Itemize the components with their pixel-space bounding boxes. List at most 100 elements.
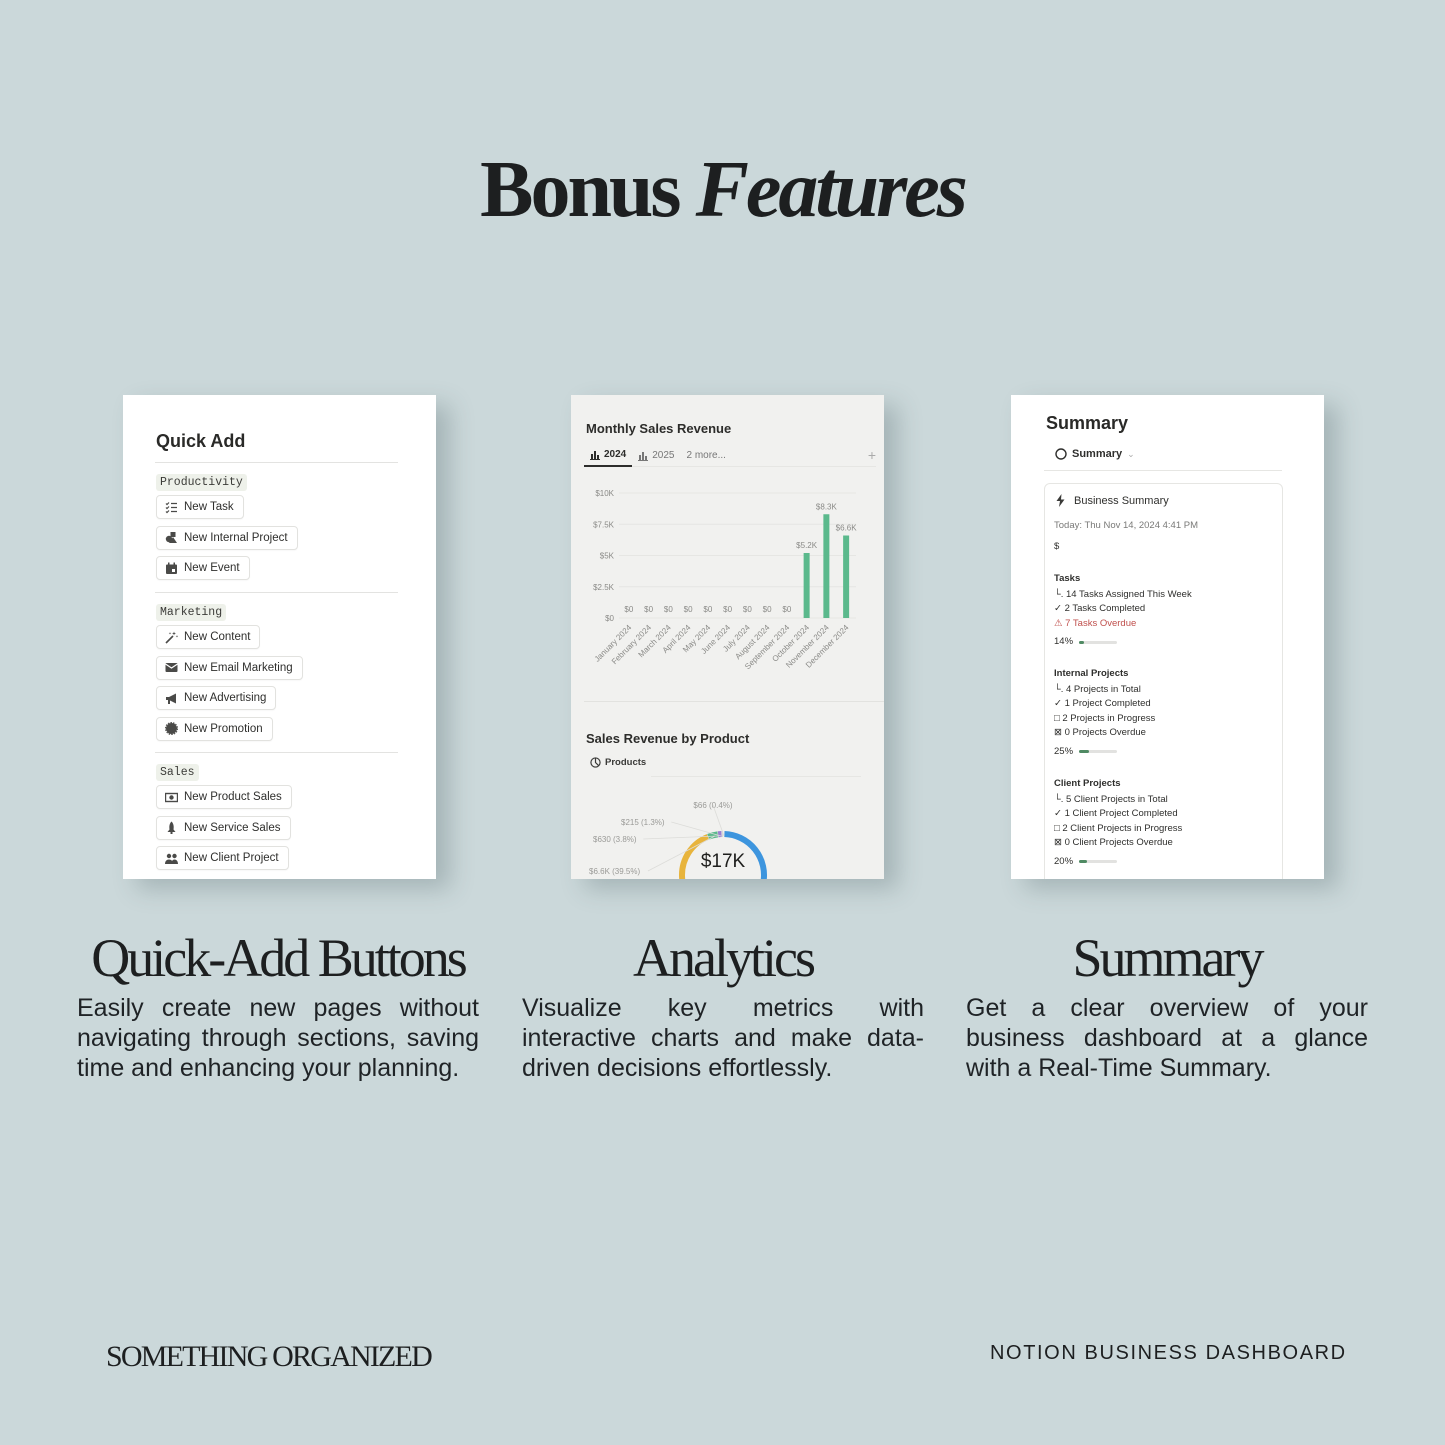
divider [1044, 470, 1282, 471]
title-regular: Bonus [480, 146, 681, 234]
data-label: $0 [782, 605, 791, 614]
data-label: $8.3K [816, 502, 838, 511]
data-label: $0 [644, 605, 653, 614]
summary-line: └. 14 Tasks Assigned This Week [1054, 588, 1192, 600]
button-label: New Service Sales [184, 821, 281, 834]
summary-line: ⊠ 0 Client Projects Overdue [1054, 837, 1173, 848]
section-tag: Productivity [156, 474, 247, 491]
button-label: New Email Marketing [184, 661, 293, 674]
bar-chart-icon [590, 450, 600, 460]
chart-view-tabs: 2024 2025 2 more... + [584, 445, 876, 467]
new-event-button[interactable]: New Event [156, 556, 250, 580]
summary-group-client-projects: Client Projects └. 5 Client Projects in T… [1054, 777, 1182, 869]
data-label: $5.2K [796, 541, 818, 550]
button-label: New Product Sales [184, 791, 282, 803]
new-advertising-button[interactable]: New Advertising [156, 686, 277, 710]
new-internal-project-button[interactable]: New Internal Project [156, 525, 298, 550]
product-name: NOTION BUSINESS DASHBOARD [990, 1342, 1347, 1364]
y-tick-label: $10K [595, 489, 614, 498]
caption-body: Visualize key metrics with interactive c… [522, 993, 924, 1082]
donut-center-label: $17K [701, 851, 746, 872]
shapes-icon [165, 531, 178, 544]
tab-label: 2024 [604, 449, 627, 460]
badge-icon [165, 722, 178, 735]
chevron-down-icon[interactable]: ⌄ [1127, 449, 1135, 460]
quick-add-title: Quick Add [156, 431, 246, 451]
products-view-tab[interactable]: Products [590, 757, 646, 768]
new-task-button[interactable]: New Task [156, 495, 244, 519]
summary-line: └. 4 Projects in Total [1054, 683, 1141, 695]
card-header: Business Summary [1055, 494, 1169, 507]
caption-heading: Analytics [633, 928, 816, 988]
tab-more[interactable]: 2 more... [681, 445, 732, 467]
calendar-icon [165, 562, 178, 575]
data-label: $0 [624, 605, 633, 614]
slice-label: $630 (3.8%) [593, 835, 637, 844]
view-label: Summary [1072, 448, 1123, 460]
checklist-icon [165, 501, 178, 514]
button-label: New Promotion [184, 722, 263, 735]
tab-2024[interactable]: 2024 [584, 445, 633, 467]
today-timestamp: Today: Thu Nov 14, 2024 4:41 PM [1054, 520, 1198, 531]
summary-line: ⊠ 0 Projects Overdue [1054, 727, 1146, 738]
caption-analytics: Analytics Visualize key metrics with int… [522, 930, 924, 1083]
data-label: $0 [763, 605, 772, 614]
divider [651, 776, 861, 777]
data-label: $0 [684, 605, 693, 614]
tab-2025[interactable]: 2025 [632, 445, 680, 467]
new-service-sales-button[interactable]: New Service Sales [156, 815, 291, 840]
quick-add-section-productivity: Productivity New Task New Internal Project… [156, 472, 298, 587]
product-sales-donut-chart: $6.6K (39.5%)$630 (3.8%)$215 (1.3%)$66 (… [589, 801, 767, 879]
new-promotion-button[interactable]: New Promotion [156, 716, 273, 741]
new-client-project-button[interactable]: New Client Project [156, 846, 289, 870]
bar [803, 553, 810, 618]
rocket-icon [165, 821, 178, 834]
button-label: New Internal Project [184, 531, 288, 544]
summary-line: □ 2 Projects in Progress [1054, 712, 1156, 724]
lightning-icon [1056, 494, 1065, 507]
summary-view-tab[interactable]: Summary ⌄ [1055, 448, 1135, 460]
progress-row: 20% [1054, 855, 1182, 870]
group-title: Client Projects [1054, 778, 1121, 789]
progress-fill [1079, 860, 1087, 864]
progress-percent: 20% [1054, 855, 1074, 867]
add-view-button[interactable]: + [868, 447, 876, 463]
quick-add-section-sales: Sales New Product Sales New Service Sales N… [156, 762, 292, 877]
brand-name: SOMETHING ORGANIZED [106, 1340, 433, 1373]
summary-line: └. 5 Client Projects in Total [1054, 793, 1168, 805]
y-tick-label: $2.5K [593, 583, 615, 592]
button-label: New Client Project [184, 852, 279, 864]
caption-quick-add: Quick-Add Buttons Easily create new page… [77, 930, 479, 1083]
progress-bar [1079, 860, 1118, 864]
envelope-icon [165, 661, 178, 674]
progress-percent: 14% [1054, 636, 1074, 647]
monthly-sales-title: Monthly Sales Revenue [586, 421, 732, 436]
summary-line: □ 2 Client Projects in Progress [1054, 822, 1183, 834]
caption-body: Get a clear overview of your business da… [966, 993, 1368, 1082]
quick-add-section-marketing: Marketing New Content New Email Marketing N… [156, 602, 303, 747]
megaphone-icon [165, 692, 178, 705]
new-email-marketing-button[interactable]: New Email Marketing [156, 655, 303, 680]
caption-body: Easily create new pages without navigati… [77, 993, 479, 1082]
summary-title: Summary [1046, 413, 1129, 433]
new-content-button[interactable]: New Content [156, 625, 261, 649]
bar-chart-icon [638, 451, 649, 461]
slice-label: $215 (1.3%) [621, 818, 665, 827]
bar [823, 514, 830, 618]
tab-label: 2025 [652, 450, 675, 461]
progress-bar [1079, 640, 1118, 644]
summary-line: ✓ 1 Client Project Completed [1054, 808, 1178, 819]
summary-group-internal-projects: Internal Projects └. 4 Projects in Total ✓… [1054, 667, 1155, 759]
button-label: New Event [184, 562, 240, 574]
summary-line: ⚠ 7 Tasks Overdue [1054, 617, 1137, 629]
summary-line: ✓ 2 Tasks Completed [1054, 603, 1146, 614]
card-title: Business Summary [1074, 494, 1169, 507]
progress-row: 14% [1054, 635, 1192, 650]
button-label: New Task [184, 501, 234, 513]
new-product-sales-button[interactable]: New Product Sales [156, 785, 292, 809]
quick-add-screenshot: Quick Add Productivity New Task New Intern… [123, 395, 436, 879]
business-summary-card: Business Summary Today: Thu Nov 14, 2024… [1044, 483, 1283, 879]
group-title: Tasks [1054, 573, 1081, 584]
slice-label: $6.6K (39.5%) [589, 867, 640, 876]
divider [155, 462, 398, 463]
